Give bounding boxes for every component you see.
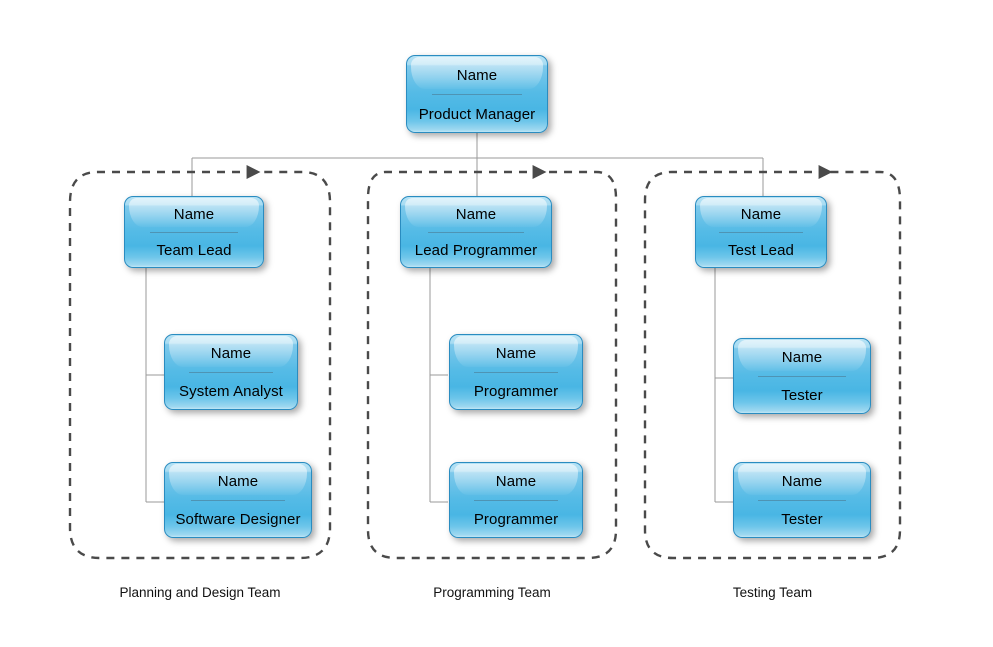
node-role-label: System Analyst (179, 383, 283, 400)
group-caption-planning-and-design-team: Planning and Design Team (119, 585, 281, 600)
node-name-label: Name (455, 206, 497, 223)
node-name-label: Name (173, 206, 215, 223)
node-name-label: Name (456, 66, 498, 84)
node-role-label: Product Manager (418, 105, 536, 123)
node-role-label: Tester (781, 511, 823, 528)
node-name-label: Name (495, 345, 537, 362)
node-name-label: Name (210, 345, 252, 362)
node-role-label: Lead Programmer (414, 242, 538, 259)
node-name-label: Name (740, 206, 782, 223)
org-chart-canvas: Name Product Manager Name Team Lead Name… (0, 0, 993, 647)
node-role-label: Programmer (473, 383, 559, 400)
node-role-label: Tester (781, 387, 823, 404)
node-software-designer[interactable]: Name Software Designer (164, 462, 312, 538)
node-role-label: Test Lead (728, 242, 794, 259)
node-product-manager[interactable]: Name Product Manager (406, 55, 548, 133)
node-name-label: Name (781, 473, 823, 490)
node-role-label: Team Lead (156, 242, 232, 259)
node-test-lead[interactable]: Name Test Lead (695, 196, 827, 268)
node-name-label: Name (495, 473, 537, 490)
node-name-label: Name (217, 473, 259, 490)
node-name-label: Name (781, 349, 823, 366)
node-tester-1[interactable]: Name Tester (733, 338, 871, 414)
group-caption-programming-team: Programming Team (433, 585, 551, 600)
node-team-lead[interactable]: Name Team Lead (124, 196, 264, 268)
node-role-label: Software Designer (175, 511, 301, 528)
node-role-label: Programmer (473, 511, 559, 528)
node-lead-programmer[interactable]: Name Lead Programmer (400, 196, 552, 268)
node-programmer-2[interactable]: Name Programmer (449, 462, 583, 538)
node-system-analyst[interactable]: Name System Analyst (164, 334, 298, 410)
node-programmer-1[interactable]: Name Programmer (449, 334, 583, 410)
node-tester-2[interactable]: Name Tester (733, 462, 871, 538)
group-caption-testing-team: Testing Team (732, 585, 813, 600)
